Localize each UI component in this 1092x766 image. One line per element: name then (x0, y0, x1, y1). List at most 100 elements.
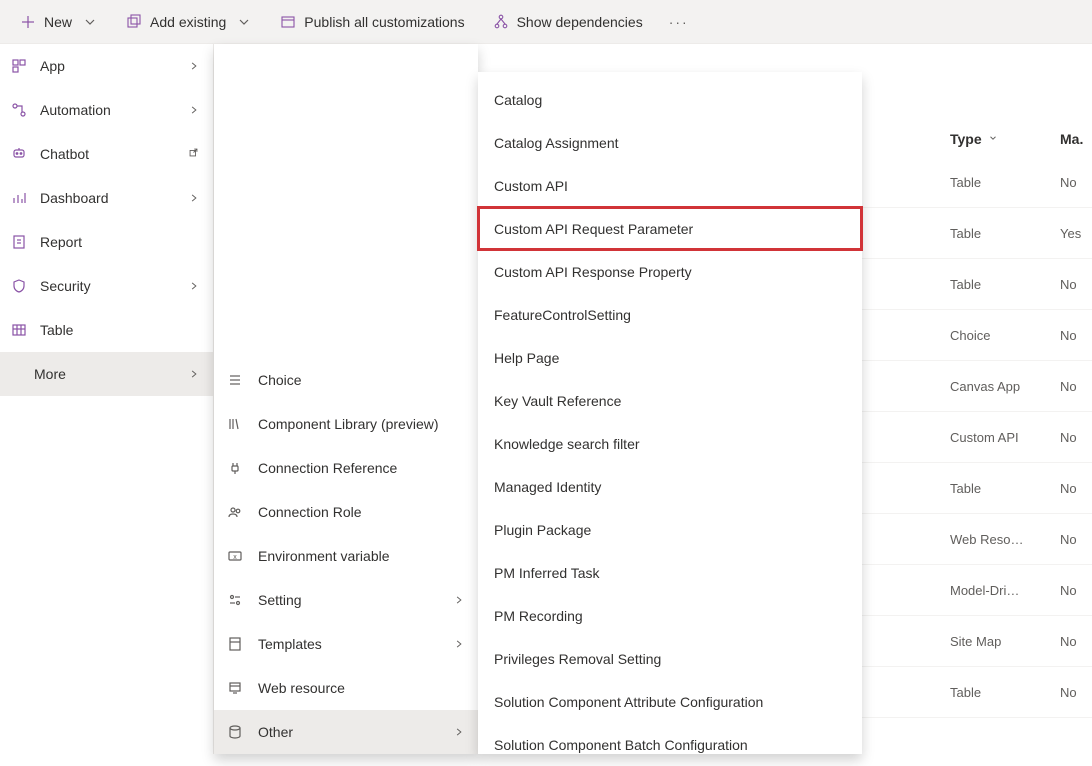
library-icon (226, 415, 244, 433)
other-item-catalog[interactable]: Catalog (478, 78, 862, 121)
sidebar-item-more[interactable]: More (0, 352, 213, 396)
shield-icon (10, 277, 28, 295)
sidebar: App Automation Chatbot Dashboard Report … (0, 44, 214, 754)
other-item-managed-identity[interactable]: Managed Identity (478, 465, 862, 508)
chatbot-icon (10, 145, 28, 163)
external-icon (188, 147, 199, 161)
other-item-custom-api-request-parameter[interactable]: Custom API Request Parameter (478, 207, 862, 250)
dashboard-icon (10, 189, 28, 207)
flyout-item-label: Environment variable (258, 548, 464, 564)
flyout-item-connection-role[interactable]: Connection Role (214, 490, 478, 534)
row-type: Table (950, 277, 1060, 292)
other-item-label: Custom API Request Parameter (494, 221, 693, 237)
publish-button[interactable]: Publish all customizations (268, 8, 476, 36)
other-item-label: Solution Component Attribute Configurati… (494, 694, 763, 710)
other-item-plugin-package[interactable]: Plugin Package (478, 508, 862, 551)
report-icon (10, 233, 28, 251)
row-managed: No (1060, 379, 1092, 394)
overflow-button[interactable]: ··· (659, 8, 699, 36)
plug-icon (226, 459, 244, 477)
other-item-privileges-removal-setting[interactable]: Privileges Removal Setting (478, 637, 862, 680)
command-bar: New Add existing Publish all customizati… (0, 0, 1092, 44)
other-icon (226, 723, 244, 741)
new-button[interactable]: New (8, 8, 110, 36)
people-icon (226, 503, 244, 521)
row-managed: Yes (1060, 226, 1092, 241)
sidebar-label: Dashboard (40, 190, 177, 206)
flyout-item-choice[interactable]: Choice (214, 358, 478, 402)
automation-icon (10, 101, 28, 119)
other-item-catalog-assignment[interactable]: Catalog Assignment (478, 121, 862, 164)
chevron-right-icon (189, 102, 199, 118)
flyout-item-component-library-preview-[interactable]: Component Library (preview) (214, 402, 478, 446)
flyout-item-setting[interactable]: Setting (214, 578, 478, 622)
sidebar-item-dashboard[interactable]: Dashboard (0, 176, 213, 220)
other-flyout: Catalog Catalog Assignment Custom API Custo… (478, 72, 862, 754)
setting-icon (226, 591, 244, 609)
more-flyout: Choice Component Library (preview) Conne… (214, 44, 478, 754)
row-managed: No (1060, 328, 1092, 343)
other-item-pm-inferred-task[interactable]: PM Inferred Task (478, 551, 862, 594)
chevron-right-icon (454, 592, 464, 608)
flyout-item-label: Connection Reference (258, 460, 464, 476)
flyout-item-environment-variable[interactable]: x Environment variable (214, 534, 478, 578)
other-item-label: PM Recording (494, 608, 583, 624)
var-icon: x (226, 547, 244, 565)
other-item-custom-api-response-property[interactable]: Custom API Response Property (478, 250, 862, 293)
chevron-right-icon (454, 636, 464, 652)
other-item-label: Help Page (494, 350, 559, 366)
row-type: Choice (950, 328, 1060, 343)
other-item-knowledge-search-filter[interactable]: Knowledge search filter (478, 422, 862, 465)
new-label: New (44, 14, 72, 30)
row-type: Table (950, 685, 1060, 700)
sidebar-label: App (40, 58, 177, 74)
add-existing-icon (126, 14, 142, 30)
other-item-label: Catalog Assignment (494, 135, 619, 151)
other-item-featurecontrolsetting[interactable]: FeatureControlSetting (478, 293, 862, 336)
sidebar-item-table[interactable]: Table (0, 308, 213, 352)
other-item-pm-recording[interactable]: PM Recording (478, 594, 862, 637)
chevron-down-icon (236, 14, 252, 30)
dependencies-label: Show dependencies (517, 14, 643, 30)
sidebar-item-automation[interactable]: Automation (0, 88, 213, 132)
publish-icon (280, 14, 296, 30)
sidebar-label: Table (40, 322, 199, 338)
row-type: Table (950, 481, 1060, 496)
add-existing-button[interactable]: Add existing (114, 8, 264, 36)
other-item-solution-component-batch-configuration[interactable]: Solution Component Batch Configuration (478, 723, 862, 766)
sidebar-label: Report (40, 234, 199, 250)
table-icon (10, 321, 28, 339)
column-managed[interactable]: Ma. (1060, 131, 1092, 147)
flyout-item-web-resource[interactable]: Web resource (214, 666, 478, 710)
other-item-solution-component-attribute-configuration[interactable]: Solution Component Attribute Configurati… (478, 680, 862, 723)
row-type: Model-Dri… (950, 583, 1060, 598)
row-type: Canvas App (950, 379, 1060, 394)
row-managed: No (1060, 481, 1092, 496)
web-icon (226, 679, 244, 697)
flyout-item-connection-reference[interactable]: Connection Reference (214, 446, 478, 490)
other-item-label: PM Inferred Task (494, 565, 600, 581)
sidebar-item-app[interactable]: App (0, 44, 213, 88)
flyout-item-templates[interactable]: Templates (214, 622, 478, 666)
other-item-label: Custom API (494, 178, 568, 194)
flyout-item-label: Choice (258, 372, 464, 388)
other-item-label: Managed Identity (494, 479, 601, 495)
other-item-label: Catalog (494, 92, 542, 108)
flyout-item-other[interactable]: Other (214, 710, 478, 754)
other-item-help-page[interactable]: Help Page (478, 336, 862, 379)
row-managed: No (1060, 685, 1092, 700)
column-managed-label: Ma. (1060, 131, 1083, 147)
dependencies-button[interactable]: Show dependencies (481, 8, 655, 36)
other-item-custom-api[interactable]: Custom API (478, 164, 862, 207)
other-item-label: Knowledge search filter (494, 436, 640, 452)
sidebar-item-chatbot[interactable]: Chatbot (0, 132, 213, 176)
add-existing-label: Add existing (150, 14, 226, 30)
column-type[interactable]: Type (950, 131, 1060, 147)
row-managed: No (1060, 583, 1092, 598)
sidebar-label: More (34, 366, 177, 382)
sidebar-item-security[interactable]: Security (0, 264, 213, 308)
flyout-item-label: Other (258, 724, 440, 740)
row-type: Table (950, 226, 1060, 241)
other-item-key-vault-reference[interactable]: Key Vault Reference (478, 379, 862, 422)
sidebar-item-report[interactable]: Report (0, 220, 213, 264)
